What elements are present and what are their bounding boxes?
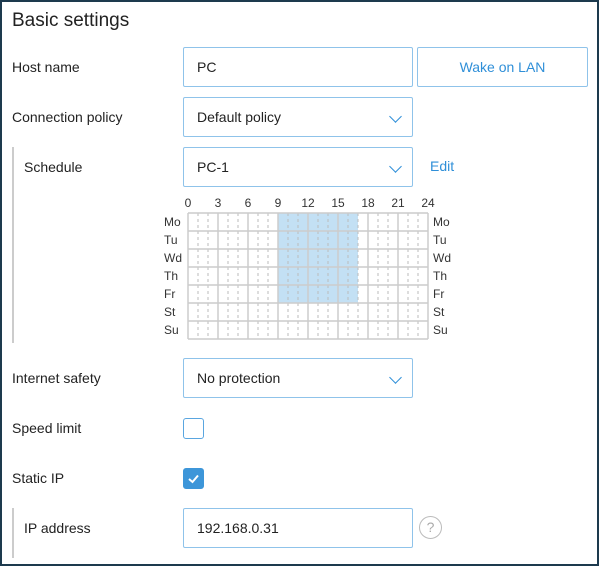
speed-limit-label: Speed limit [12,420,82,436]
hour-label: 24 [421,196,435,210]
day-label: Th [164,269,178,283]
internet-safety-select[interactable]: No protection [183,358,413,398]
hour-label: 6 [245,196,252,210]
day-label: Tu [433,233,447,247]
hour-label: 12 [301,196,315,210]
indent-bar [12,508,14,558]
day-label: Fr [433,287,444,301]
day-label: St [433,305,445,319]
day-label: Su [164,323,179,337]
check-icon [188,474,199,484]
day-label: Mo [164,215,181,229]
static-ip-label: Static IP [12,470,65,486]
day-label: Tu [164,233,178,247]
hour-label: 0 [185,196,192,210]
day-label: St [164,305,176,319]
ip-address-label: IP address [24,520,91,536]
speed-limit-checkbox[interactable] [183,418,204,439]
internet-safety-label: Internet safety [12,370,101,386]
internet-safety-value: No protection [197,370,281,386]
day-label: Su [433,323,448,337]
day-label: Th [433,269,447,283]
day-label: Wd [433,251,451,265]
hour-label: 21 [391,196,405,210]
chevron-down-icon [389,371,402,384]
hour-label: 9 [275,196,282,210]
hour-label: 15 [331,196,345,210]
static-ip-checkbox[interactable] [183,468,204,489]
day-label: Mo [433,215,450,229]
day-label: Fr [164,287,175,301]
hour-label: 18 [361,196,375,210]
ip-address-input[interactable]: 192.168.0.31 [183,508,413,548]
schedule-grid[interactable]: Mo Mo Tu Tu Wd Wd Th Th Fr Fr St St Su Su 0 3 6 9 12 15 18 21… [0,0,599,566]
hour-label: 3 [215,196,222,210]
day-label: Wd [164,251,182,265]
help-icon[interactable]: ? [419,516,442,539]
